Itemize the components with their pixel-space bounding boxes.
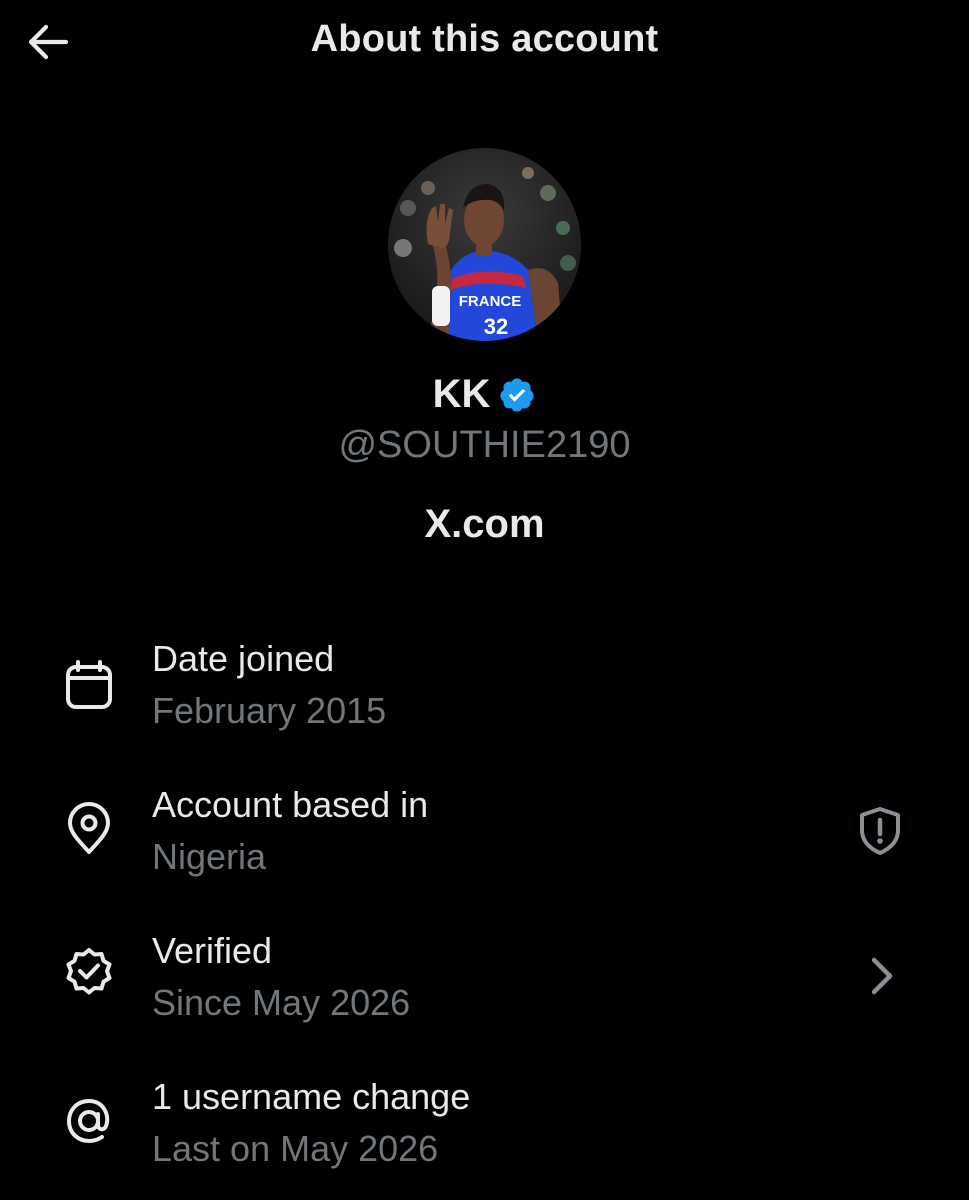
jersey-text: FRANCE [459,293,522,310]
row-title: Verified [152,930,273,971]
row-subtitle: Since May 2026 [152,982,411,1023]
avatar-image: FRANCE 32 [388,148,581,341]
top-bar: About this account [0,0,969,86]
row-title: Account based in [152,784,429,825]
info-row-account-based-in: Account based in Nigeria [0,776,969,896]
row-subtitle: February 2015 [152,690,387,731]
verified-badge-outline-icon [66,948,112,995]
page-title: About this account [310,18,659,60]
username-handle: @SOUTHIE2190 [338,424,631,466]
row-title: Date joined [152,638,335,679]
info-row-username-change: 1 username change Last on May 2026 [0,1068,969,1188]
row-subtitle: Nigeria [152,836,267,877]
location-pin-icon [68,802,110,854]
verified-badge-icon[interactable] [498,376,536,414]
info-row-date-joined: Date joined February 2015 [0,630,969,750]
calendar-icon [66,660,112,709]
jersey-number: 32 [484,314,508,339]
name-row: KK [0,372,969,417]
avatar[interactable]: FRANCE 32 [388,148,581,341]
shield-alert-icon[interactable] [856,806,904,856]
row-title: 1 username change [152,1076,471,1117]
chevron-right-icon[interactable] [866,954,898,998]
site-label: X.com [424,502,545,546]
display-name: KK [432,372,491,416]
at-sign-icon [66,1098,110,1144]
row-subtitle: Last on May 2026 [152,1128,439,1169]
about-account-screen: About this account FRANCE 32 KK @SOUTHIE… [0,0,969,1200]
info-row-verified[interactable]: Verified Since May 2026 [0,922,969,1042]
